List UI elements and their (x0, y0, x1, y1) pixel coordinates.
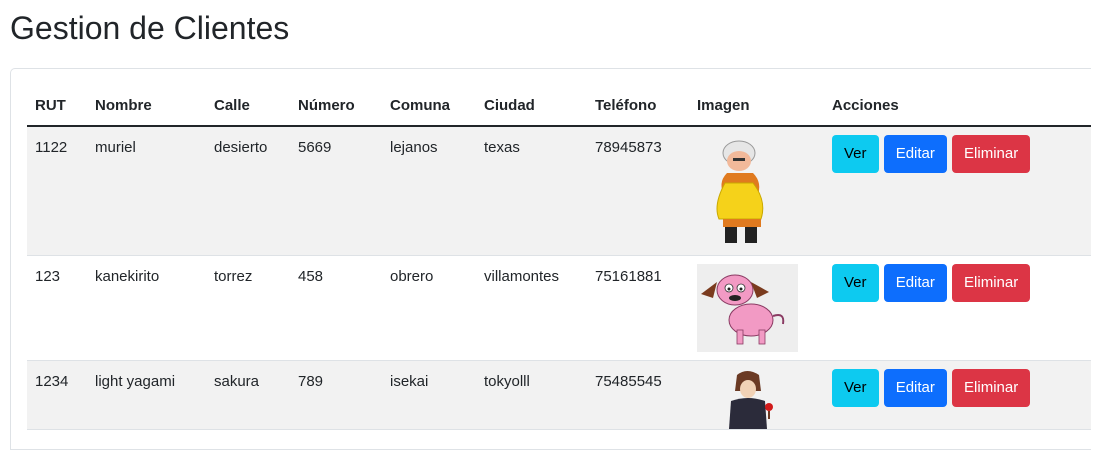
clients-table: RUT Nombre Calle Número Comuna Ciudad Te… (27, 85, 1091, 430)
editar-button[interactable]: Editar (883, 135, 947, 173)
cell-comuna: lejanos (382, 126, 476, 256)
muriel-image (697, 135, 798, 247)
column-header-calle: Calle (206, 85, 290, 127)
cell-numero: 789 (290, 360, 382, 430)
cell-comuna: obrero (382, 255, 476, 361)
cell-telefono: 78945873 (587, 126, 689, 256)
column-header-ciudad: Ciudad (476, 85, 587, 127)
column-header-rut: RUT (27, 85, 87, 127)
editar-button[interactable]: Editar (883, 368, 947, 407)
cell-calle: torrez (206, 255, 290, 361)
table-row: 123 kanekirito torrez 458 obrero villamo… (27, 255, 1091, 361)
eliminar-button[interactable]: Eliminar (952, 135, 1031, 173)
cell-imagen (689, 255, 824, 361)
cell-comuna: isekai (382, 360, 476, 430)
clients-card: RUT Nombre Calle Número Comuna Ciudad Te… (10, 68, 1091, 450)
cell-nombre: kanekirito (87, 255, 206, 361)
cell-rut: 1122 (27, 126, 87, 256)
eliminar-button[interactable]: Eliminar (952, 368, 1031, 407)
column-header-numero: Número (290, 85, 382, 127)
cell-nombre: muriel (87, 126, 206, 256)
light-yagami-image (697, 368, 798, 429)
column-header-imagen: Imagen (689, 85, 824, 127)
page-title: Gestion de Clientes (10, 10, 290, 46)
ver-button[interactable]: Ver (832, 135, 879, 173)
cell-numero: 458 (290, 255, 382, 361)
column-header-telefono: Teléfono (587, 85, 689, 127)
cell-ciudad: tokyolll (476, 360, 587, 430)
cell-calle: desierto (206, 126, 290, 256)
cell-ciudad: texas (476, 126, 587, 256)
cell-acciones: Ver Editar Eliminar (824, 360, 1091, 430)
cell-rut: 1234 (27, 360, 87, 430)
cell-acciones: Ver Editar Eliminar (824, 126, 1091, 256)
table-header-row: RUT Nombre Calle Número Comuna Ciudad Te… (27, 85, 1091, 127)
editar-button[interactable]: Editar (883, 263, 947, 302)
column-header-comuna: Comuna (382, 85, 476, 127)
cell-numero: 5669 (290, 126, 382, 256)
cell-ciudad: villamontes (476, 255, 587, 361)
column-header-acciones: Acciones (824, 85, 1091, 127)
courage-dog-image (697, 263, 798, 352)
ver-button[interactable]: Ver (832, 263, 879, 302)
ver-button[interactable]: Ver (832, 368, 879, 407)
cell-nombre: light yagami (87, 360, 206, 430)
cell-rut: 123 (27, 255, 87, 361)
column-header-nombre: Nombre (87, 85, 206, 127)
table-row: 1122 muriel desierto 5669 lejanos texas … (27, 126, 1091, 256)
cell-telefono: 75161881 (587, 255, 689, 361)
table-row: 1234 light yagami sakura 789 isekai toky… (27, 360, 1091, 430)
cell-acciones: Ver Editar Eliminar (824, 255, 1091, 361)
cell-imagen (689, 126, 824, 256)
cell-imagen (689, 360, 824, 430)
cell-calle: sakura (206, 360, 290, 430)
eliminar-button[interactable]: Eliminar (952, 263, 1031, 302)
cell-telefono: 75485545 (587, 360, 689, 430)
